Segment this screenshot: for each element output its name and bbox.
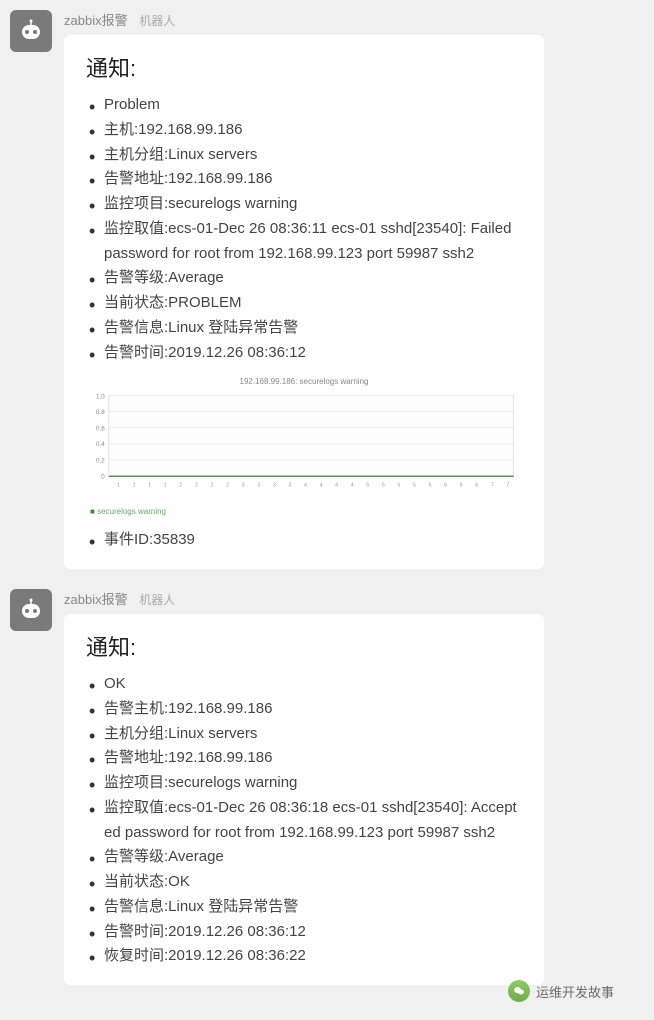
- list-item: 告警地址:192.168.99.186: [104, 167, 522, 192]
- list-item: 监控项目:securelogs warning: [104, 771, 522, 796]
- svg-text:1.0: 1.0: [96, 394, 105, 401]
- notification-title: 通知:: [86, 630, 522, 662]
- svg-text:5: 5: [366, 483, 369, 489]
- list-item: 监控取值:ecs-01-Dec 26 08:36:18 ecs-01 sshd[…: [104, 796, 522, 846]
- svg-text:0: 0: [101, 474, 105, 481]
- svg-text:4: 4: [304, 483, 307, 489]
- svg-text:6: 6: [444, 483, 447, 489]
- message-bubble: 通知: OK 告警主机:192.168.99.186 主机分组:Linux se…: [64, 614, 544, 985]
- sender-name: zabbix报警: [64, 13, 128, 28]
- list-item: 当前状态:OK: [104, 870, 522, 895]
- notification-title: 通知:: [86, 51, 522, 83]
- chart-svg: 1.0 0.8 0.6 0.4 0.2 0 1 1 1 1 2 2 2 2 3 3 3 3 4 4 4…: [86, 388, 522, 498]
- sender-tag: 机器人: [139, 14, 175, 28]
- svg-text:3: 3: [242, 483, 245, 489]
- list-item: 告警时间:2019.12.26 08:36:12: [104, 341, 522, 366]
- svg-text:0.6: 0.6: [96, 426, 105, 433]
- watermark-text: 运维开发故事: [536, 982, 614, 1001]
- svg-text:6: 6: [460, 483, 463, 489]
- svg-text:5: 5: [397, 483, 400, 489]
- svg-text:5: 5: [382, 483, 385, 489]
- svg-text:0.2: 0.2: [96, 458, 105, 465]
- chat-message: zabbix报警 机器人 通知: Problem 主机:192.168.99.1…: [10, 10, 644, 569]
- svg-text:7: 7: [491, 483, 494, 489]
- sender-info: zabbix报警 机器人: [64, 589, 644, 608]
- list-item: 告警信息:Linux 登陆异常告警: [104, 895, 522, 920]
- list-item: 监控取值:ecs-01-Dec 26 08:36:11 ecs-01 sshd[…: [104, 217, 522, 267]
- list-item: 监控项目:securelogs warning: [104, 192, 522, 217]
- svg-text:6: 6: [429, 483, 432, 489]
- list-item: 告警等级:Average: [104, 266, 522, 291]
- svg-text:4: 4: [320, 483, 323, 489]
- message-content: zabbix报警 机器人 通知: Problem 主机:192.168.99.1…: [64, 10, 644, 569]
- message-bubble: 通知: Problem 主机:192.168.99.186 主机分组:Linux…: [64, 35, 544, 569]
- list-item: 恢复时间:2019.12.26 08:36:22: [104, 944, 522, 969]
- svg-text:1: 1: [117, 483, 120, 489]
- list-item: 主机:192.168.99.186: [104, 118, 522, 143]
- list-item: OK: [104, 672, 522, 697]
- list-item: 告警等级:Average: [104, 845, 522, 870]
- sender-info: zabbix报警 机器人: [64, 10, 644, 29]
- robot-icon: [15, 15, 47, 47]
- robot-icon: [15, 594, 47, 626]
- svg-text:2: 2: [226, 483, 229, 489]
- svg-text:0.4: 0.4: [96, 441, 105, 448]
- list-item: 事件ID:35839: [104, 528, 522, 553]
- svg-text:6: 6: [475, 483, 478, 489]
- svg-text:3: 3: [288, 483, 291, 489]
- bot-avatar: [10, 589, 52, 631]
- list-item: Problem: [104, 93, 522, 118]
- bot-avatar: [10, 10, 52, 52]
- list-item: 告警主机:192.168.99.186: [104, 697, 522, 722]
- list-item: 主机分组:Linux servers: [104, 722, 522, 747]
- svg-text:1: 1: [148, 483, 151, 489]
- svg-text:4: 4: [335, 483, 338, 489]
- svg-text:7: 7: [506, 483, 509, 489]
- svg-text:0.8: 0.8: [96, 409, 105, 416]
- svg-text:5: 5: [413, 483, 416, 489]
- svg-text:2: 2: [195, 483, 198, 489]
- list-item: 告警时间:2019.12.26 08:36:12: [104, 920, 522, 945]
- svg-text:3: 3: [273, 483, 276, 489]
- svg-text:1: 1: [164, 483, 167, 489]
- svg-text:2: 2: [211, 483, 214, 489]
- chart-title: 192.168.99.186: securelogs warning: [86, 377, 522, 386]
- watermark: 运维开发故事: [508, 980, 614, 1002]
- sender-tag: 机器人: [139, 593, 175, 607]
- message-content: zabbix报警 机器人 通知: OK 告警主机:192.168.99.186 …: [64, 589, 644, 985]
- chart-container: 192.168.99.186: securelogs warning 1.0 0…: [86, 377, 522, 516]
- chart-legend: securelogs warning: [86, 507, 522, 516]
- svg-text:3: 3: [257, 483, 260, 489]
- svg-text:4: 4: [351, 483, 354, 489]
- list-item: 告警信息:Linux 登陆异常告警: [104, 316, 522, 341]
- list-item: 当前状态:PROBLEM: [104, 291, 522, 316]
- chat-message: zabbix报警 机器人 通知: OK 告警主机:192.168.99.186 …: [10, 589, 644, 985]
- svg-text:2: 2: [179, 483, 182, 489]
- sender-name: zabbix报警: [64, 592, 128, 607]
- svg-text:1: 1: [133, 483, 136, 489]
- wechat-icon: [508, 980, 530, 1002]
- notification-list-after: 事件ID:35839: [86, 528, 522, 553]
- notification-list: Problem 主机:192.168.99.186 主机分组:Linux ser…: [86, 93, 522, 365]
- list-item: 主机分组:Linux servers: [104, 143, 522, 168]
- list-item: 告警地址:192.168.99.186: [104, 746, 522, 771]
- notification-list: OK 告警主机:192.168.99.186 主机分组:Linux server…: [86, 672, 522, 969]
